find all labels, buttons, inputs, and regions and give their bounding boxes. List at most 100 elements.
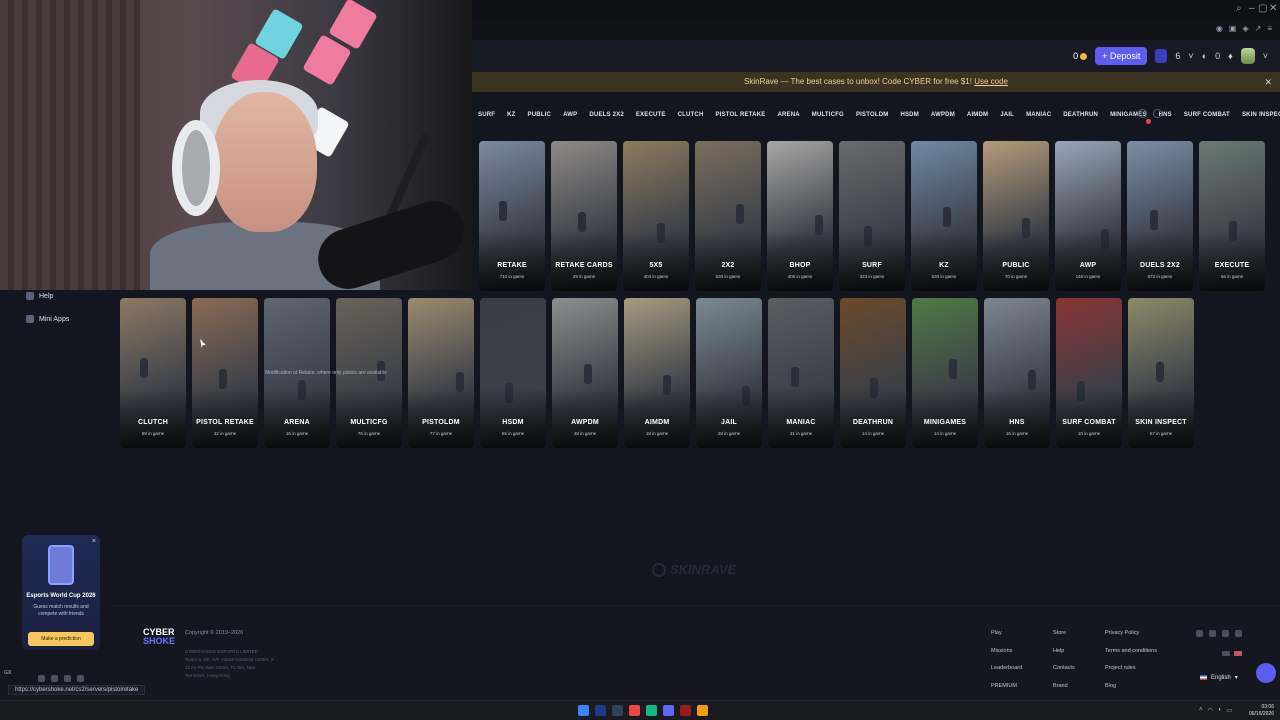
share-icon[interactable]: ↗ (1255, 24, 1262, 33)
server-card[interactable]: PISTOL RETAKE 32 in game (192, 298, 258, 448)
bell-icon[interactable]: ♦ (1228, 51, 1233, 61)
footer-link[interactable]: Project rules (1105, 660, 1157, 678)
server-card[interactable]: HNS 16 in game (984, 298, 1050, 448)
mode-tab[interactable]: SURF (472, 108, 501, 122)
mode-tab[interactable]: ARENA (771, 108, 805, 122)
mode-tab[interactable]: EXECUTE (630, 108, 672, 122)
server-card[interactable]: MINIGAMES 14 in game (912, 298, 978, 448)
steam-icon[interactable] (612, 705, 623, 716)
youtube-icon[interactable] (1222, 630, 1229, 637)
mode-tab[interactable]: SURF COMBAT (1178, 108, 1236, 122)
support-chat-button[interactable] (1256, 663, 1276, 683)
lock-icon[interactable]: ▣ (1229, 24, 1237, 33)
maximize-icon[interactable]: ▢ (1258, 3, 1267, 14)
mode-tab[interactable]: AWPDM (925, 108, 961, 122)
mode-tab[interactable]: PISTOLDM (850, 108, 895, 122)
footer-link[interactable]: Brand (1053, 678, 1075, 696)
server-card[interactable]: HSDM 65 in game (480, 298, 546, 448)
server-card[interactable]: SURF 323 in game (839, 141, 905, 291)
ticket-icon[interactable]: ◐ (1202, 51, 1207, 61)
server-card[interactable]: PUBLIC 70 in game (983, 141, 1049, 291)
server-card[interactable]: AWPDM 48 in game (552, 298, 618, 448)
promo-link[interactable]: Use code (974, 77, 1008, 86)
server-card[interactable]: 2X2 530 in game (695, 141, 761, 291)
settings-icon[interactable] (1153, 109, 1162, 118)
x-icon[interactable] (1209, 630, 1216, 637)
wifi-icon[interactable]: ◠ (1207, 707, 1212, 714)
server-card[interactable]: BHOP 405 in game (767, 141, 833, 291)
footer-link[interactable]: Privacy Policy (1105, 625, 1157, 643)
footer-link[interactable]: Play (991, 625, 1022, 643)
mode-tab[interactable]: KZ (501, 108, 521, 122)
mode-tab[interactable]: DUELS 2X2 (583, 108, 629, 122)
chevron-down-icon[interactable]: ˅ (1188, 51, 1193, 61)
mode-tab[interactable]: MULTICFG (806, 108, 850, 122)
browser-icon[interactable] (680, 705, 691, 716)
server-card[interactable]: 5X5 404 in game (623, 141, 689, 291)
extension-icon[interactable]: ◉ (1216, 24, 1223, 33)
deposit-button[interactable]: + Deposit (1095, 47, 1148, 65)
twitch-icon[interactable] (1235, 630, 1242, 637)
server-card[interactable]: KZ 530 in game (911, 141, 977, 291)
mode-tab[interactable]: PISTOL RETAKE (709, 108, 771, 122)
files-icon[interactable] (697, 705, 708, 716)
discord-icon[interactable] (38, 675, 45, 682)
sidebar-item-mini-apps[interactable]: Mini Apps (26, 315, 69, 323)
server-card[interactable]: PISTOLDM 77 in game (408, 298, 474, 448)
footer-link[interactable]: Store (1053, 625, 1075, 643)
mode-tab[interactable]: PUBLIC (522, 108, 558, 122)
windows-start-icon[interactable] (578, 705, 589, 716)
chevron-down-icon[interactable]: ˅ (1263, 51, 1268, 61)
footer-link[interactable]: PREMIUM (991, 678, 1022, 696)
mode-tab[interactable]: CLUTCH (672, 108, 710, 122)
mode-tab[interactable]: AWP (557, 108, 583, 122)
clock[interactable]: 03:06 06/16/2026 (1249, 704, 1274, 718)
shield-icon[interactable]: ◈ (1242, 24, 1248, 33)
server-card[interactable]: JAIL 28 in game (696, 298, 762, 448)
footer-link[interactable]: Blog (1105, 678, 1157, 696)
mode-tab[interactable]: DEATHRUN (1057, 108, 1104, 122)
server-card[interactable]: DUELS 2X2 572 in game (1127, 141, 1193, 291)
server-card[interactable]: CLUTCH 89 in game (120, 298, 186, 448)
opera-gx-icon[interactable] (629, 705, 640, 716)
server-card[interactable]: EXECUTE 56 in game (1199, 141, 1265, 291)
close-icon[interactable]: ✕ (1264, 72, 1272, 92)
battery-icon[interactable]: ▭ (1226, 707, 1232, 714)
toggle-icon[interactable] (1222, 651, 1230, 656)
sidebar-item-help[interactable]: Help (26, 292, 53, 300)
cybershoke-logo[interactable]: CYBER SHOKE (143, 628, 175, 646)
footer-link[interactable]: Contacts (1053, 660, 1075, 678)
mode-tab[interactable]: MANIAC (1020, 108, 1057, 122)
search-icon[interactable]: ⌕ (1236, 3, 1242, 14)
twitch-icon[interactable] (77, 675, 84, 682)
menu-icon[interactable]: ≡ (1267, 24, 1272, 33)
footer-link[interactable]: Terms and conditions (1105, 643, 1157, 661)
server-card[interactable]: SURF COMBAT 10 in game (1056, 298, 1122, 448)
server-card[interactable]: DEATHRUN 14 in game (840, 298, 906, 448)
chevron-up-icon[interactable]: ˄ (1199, 707, 1203, 714)
footer-link[interactable]: Missions (991, 643, 1022, 661)
youtube-icon[interactable] (64, 675, 71, 682)
photoshop-icon[interactable] (595, 705, 606, 716)
server-card[interactable]: RETAKE CARDS 29 in game (551, 141, 617, 291)
footer-link[interactable]: Help (1053, 643, 1075, 661)
server-card[interactable]: MANIAC 31 in game (768, 298, 834, 448)
x-icon[interactable] (51, 675, 58, 682)
discord-icon[interactable] (663, 705, 674, 716)
server-card[interactable]: AIMDM 18 in game (624, 298, 690, 448)
minimize-icon[interactable]: – (1249, 3, 1255, 14)
close-icon[interactable]: ✕ (1269, 3, 1277, 14)
server-card[interactable]: AWP 146 in game (1055, 141, 1121, 291)
close-icon[interactable]: × (92, 538, 96, 545)
app-icon[interactable] (646, 705, 657, 716)
make-prediction-button[interactable]: Make a prediction (28, 632, 94, 646)
avatar[interactable] (1240, 48, 1255, 64)
mode-tab[interactable]: AIMDM (961, 108, 994, 122)
mode-tab[interactable]: JAIL (994, 108, 1020, 122)
discord-icon[interactable] (1196, 630, 1203, 637)
server-card[interactable]: RETAKE 710 in game (479, 141, 545, 291)
mode-tab[interactable]: SKIN INSPECT (1236, 108, 1280, 122)
filter-icon[interactable] (1138, 109, 1147, 118)
language-selector[interactable]: English ▾ (1200, 674, 1238, 681)
mode-tab[interactable]: HSDM (894, 108, 924, 122)
